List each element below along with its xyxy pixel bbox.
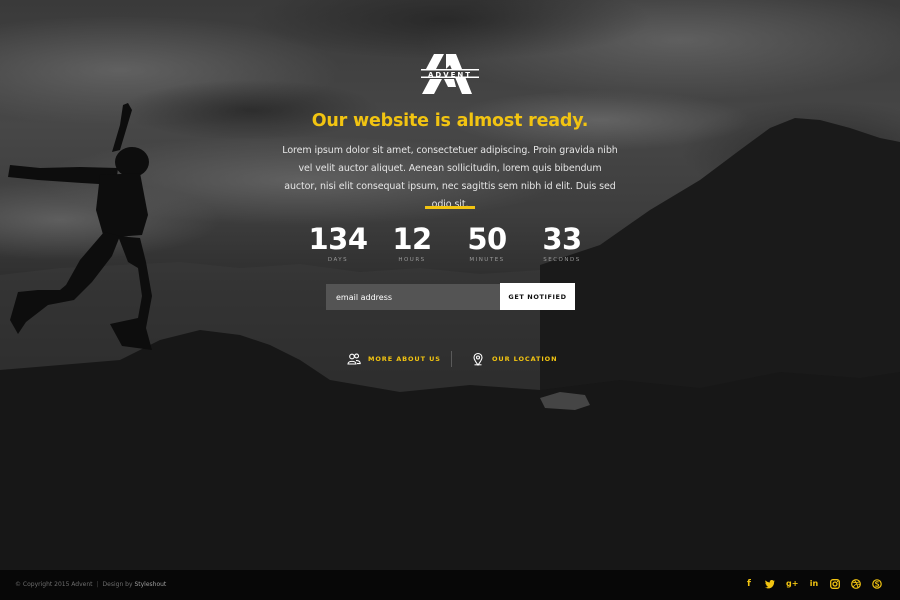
copyright-label: © Copyright 2015 Advent (15, 581, 93, 588)
countdown-days: 134 DAYS (298, 222, 378, 263)
hero-section: ADVENT Our website is almost ready. Lore… (0, 0, 900, 570)
design-prefix: Design by (102, 581, 133, 588)
designer-link[interactable]: Styleshout (134, 581, 166, 588)
social-links: f g+ in (744, 578, 882, 590)
countdown-seconds: 33 SECONDS (522, 222, 602, 263)
accent-divider (425, 206, 475, 209)
people-icon (347, 353, 361, 365)
countdown-days-label: DAYS (327, 257, 349, 263)
countdown-minutes: 50 MINUTES (447, 222, 527, 263)
links-separator (451, 351, 452, 367)
countdown-hours: 12 HOURS (372, 222, 452, 263)
countdown-hours-value: 12 (392, 222, 432, 256)
footer: © Copyright 2015 Advent | Design by Styles… (0, 570, 900, 600)
countdown-seconds-value: 33 (542, 222, 582, 256)
intro-paragraph: Lorem ipsum dolor sit amet, consectetuer… (282, 145, 618, 210)
skype-icon[interactable] (872, 579, 882, 589)
linkedin-icon[interactable]: in (809, 578, 819, 590)
countdown-days-value: 134 (308, 222, 368, 256)
more-about-us-label: MORE ABOUT US (368, 355, 441, 363)
facebook-icon[interactable]: f (744, 578, 754, 590)
countdown-seconds-label: SECONDS (543, 257, 581, 263)
dribbble-icon[interactable] (851, 579, 861, 589)
instagram-icon[interactable] (830, 579, 840, 589)
google-plus-icon[interactable]: g+ (786, 578, 798, 590)
our-location-label: OUR LOCATION (492, 355, 558, 363)
countdown-minutes-label: MINUTES (469, 257, 505, 263)
copyright-text: © Copyright 2015 Advent | Design by Styles… (15, 581, 166, 588)
countdown-minutes-value: 50 (467, 222, 507, 256)
get-notified-button[interactable]: GET NOTIFIED (500, 283, 575, 310)
logo-wordmark: ADVENT (427, 71, 473, 79)
page-headline: Our website is almost ready. (311, 111, 589, 131)
countdown-hours-label: HOURS (398, 257, 426, 263)
content-area: ADVENT Our website is almost ready. Lore… (0, 0, 900, 570)
map-pin-icon (473, 352, 483, 366)
more-about-us-link[interactable]: MORE ABOUT US (347, 351, 441, 367)
our-location-link[interactable]: OUR LOCATION (471, 351, 557, 367)
email-input[interactable] (326, 284, 500, 310)
copyright-separator: | (96, 581, 99, 588)
twitter-icon[interactable] (765, 579, 775, 589)
